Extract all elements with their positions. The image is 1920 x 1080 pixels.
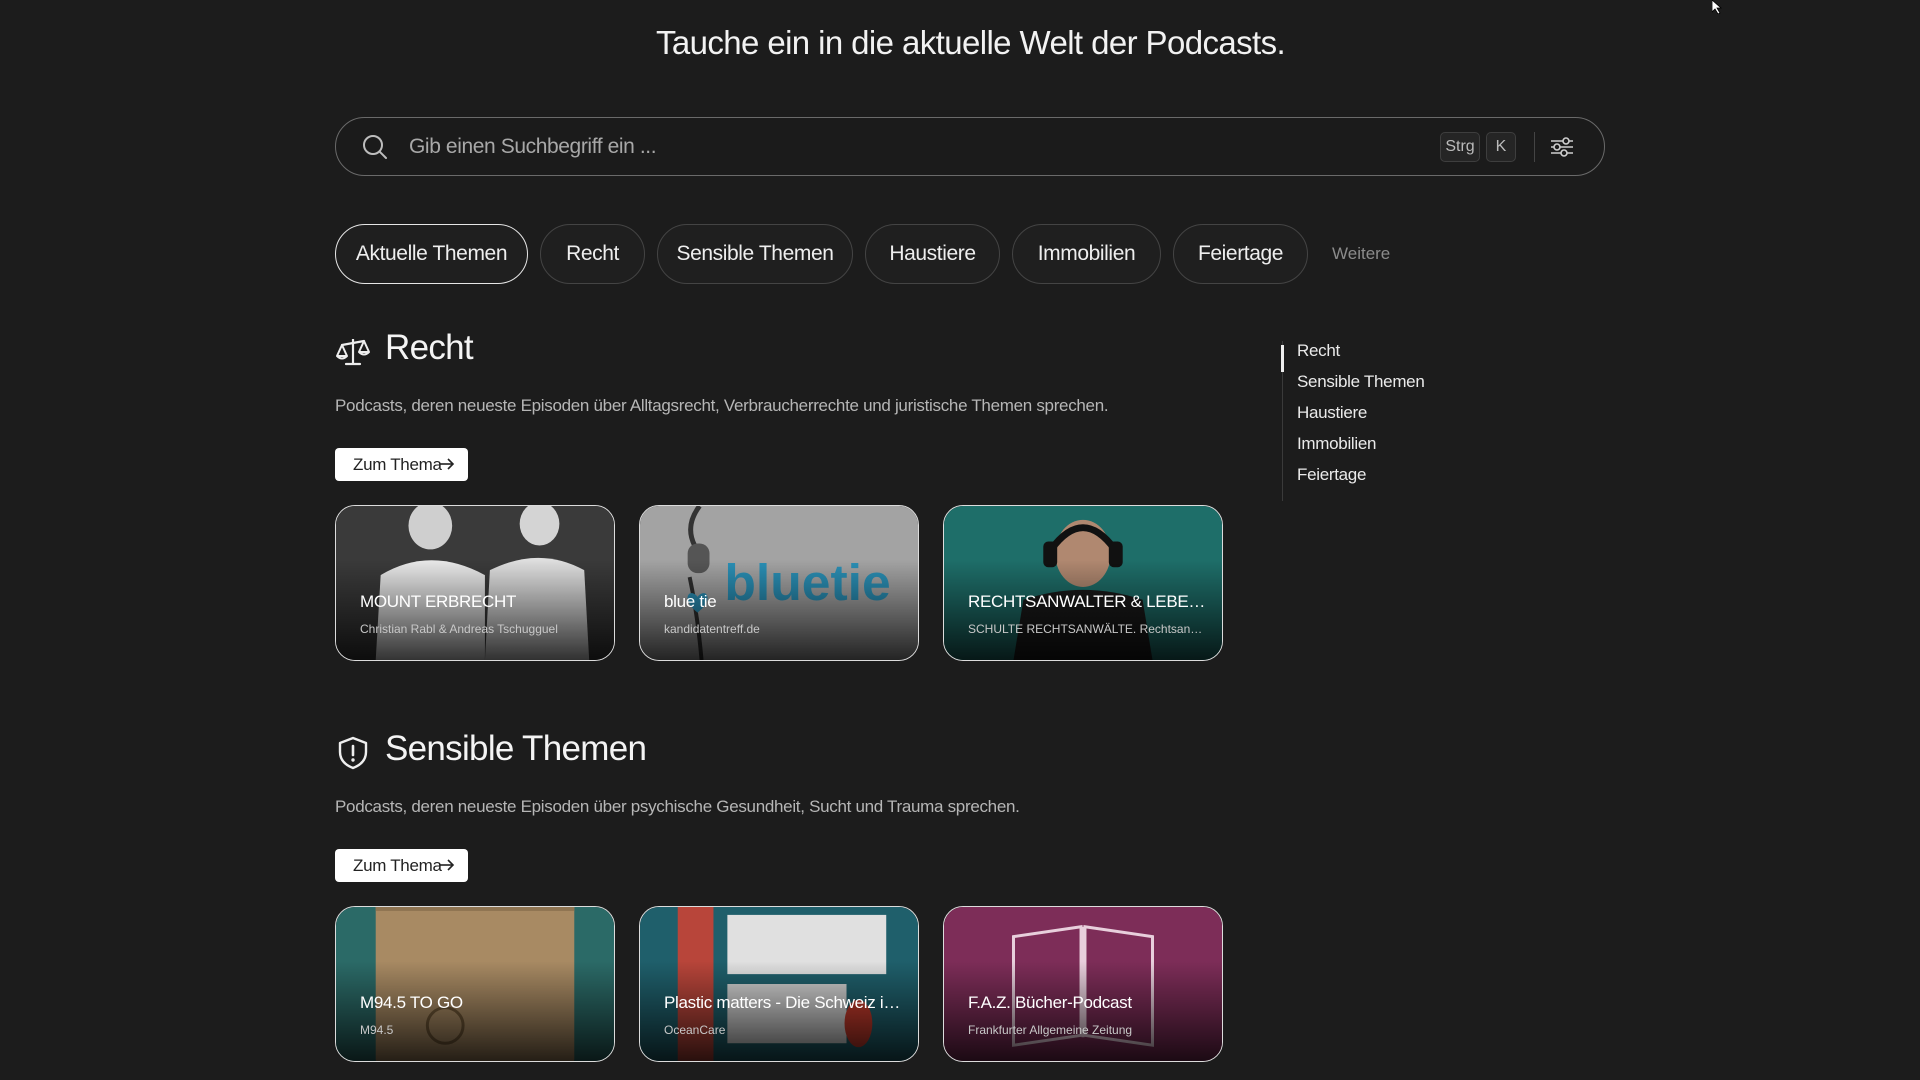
podcast-card[interactable]: F.A.Z. Bücher-Podcast Frankfurter Allgem…	[943, 906, 1223, 1062]
shield-alert-icon	[338, 736, 368, 770]
tab-more-link[interactable]: Weitere	[1332, 224, 1390, 284]
podcast-title: RECHTSANWALTER & LEBENSKÜNSTLER	[968, 592, 1208, 611]
section-title: Recht	[385, 328, 474, 367]
podcast-card[interactable]: Plastic matters - Die Schweiz im Kampf g…	[639, 906, 919, 1062]
sliders-icon[interactable]	[1545, 130, 1579, 164]
podcast-card[interactable]: M94.5 TO GO M94.5	[335, 906, 615, 1062]
table-of-contents: Recht Sensible Themen Haustiere Immobili…	[1281, 341, 1482, 501]
tab-feiertage[interactable]: Feiertage	[1173, 224, 1308, 284]
podcast-author: SCHULTE RECHTSANWÄLTE. Rechtsanwaltsgese…	[968, 622, 1208, 636]
arrow-right-icon	[440, 458, 455, 470]
podcast-author: M94.5	[360, 1023, 394, 1037]
section-description: Podcasts, deren neueste Episoden über Al…	[335, 396, 1109, 415]
toc-item-feiertage[interactable]: Feiertage	[1297, 465, 1366, 485]
shortcut-key-strg: Strg	[1440, 132, 1480, 162]
podcast-title: blue tie	[664, 592, 717, 611]
tab-haustiere[interactable]: Haustiere	[865, 224, 1000, 284]
zum-thema-label: Zum Thema	[353, 455, 442, 474]
page-title: Tauche ein in die aktuelle Welt der Podc…	[655, 24, 1286, 61]
tab-aktuelle-themen[interactable]: Aktuelle Themen	[335, 224, 528, 284]
toc-item-haustiere[interactable]: Haustiere	[1297, 403, 1367, 423]
scales-icon	[336, 339, 370, 366]
podcast-title: MOUNT ERBRECHT	[360, 592, 517, 611]
podcast-title: F.A.Z. Bücher-Podcast	[968, 993, 1132, 1012]
section-title: Sensible Themen	[385, 729, 647, 768]
zum-thema-button[interactable]: Zum Thema	[335, 849, 468, 882]
podcast-card[interactable]: RECHTSANWALTER & LEBENSKÜNSTLER SCHULTE …	[943, 505, 1223, 661]
tab-recht[interactable]: Recht	[540, 224, 645, 284]
mouse-cursor-icon	[1712, 0, 1723, 14]
podcast-card[interactable]: bluetie blue tie kandidatentreff.de	[639, 505, 919, 661]
shortcut-key-k: K	[1486, 132, 1516, 162]
search-input[interactable]	[407, 126, 1441, 168]
section-description: Podcasts, deren neueste Episoden über ps…	[335, 797, 1020, 816]
podcast-author: Frankfurter Allgemeine Zeitung	[968, 1023, 1133, 1037]
search-icon	[363, 135, 387, 159]
podcast-author: OceanCare	[664, 1023, 726, 1037]
tab-sensible-themen[interactable]: Sensible Themen	[657, 224, 853, 284]
search-divider	[1534, 132, 1535, 162]
podcast-title: M94.5 TO GO	[360, 993, 463, 1012]
podcast-author: kandidatentreff.de	[664, 622, 760, 636]
podcast-title: Plastic matters - Die Schweiz im Kampf g…	[664, 993, 904, 1012]
zum-thema-button[interactable]: Zum Thema	[335, 448, 468, 481]
tab-immobilien[interactable]: Immobilien	[1012, 224, 1161, 284]
toc-item-recht[interactable]: Recht	[1297, 341, 1340, 361]
toc-active-indicator	[1281, 345, 1284, 372]
zum-thema-label: Zum Thema	[353, 856, 442, 875]
search-bar[interactable]: Strg K	[335, 117, 1605, 176]
podcast-author: Christian Rabl & Andreas Tschugguel	[360, 622, 558, 636]
toc-item-immobilien[interactable]: Immobilien	[1297, 434, 1377, 454]
arrow-right-icon	[440, 859, 455, 871]
toc-item-sensible-themen[interactable]: Sensible Themen	[1297, 372, 1425, 392]
podcast-card[interactable]: MOUNT ERBRECHT Christian Rabl & Andreas …	[335, 505, 615, 661]
